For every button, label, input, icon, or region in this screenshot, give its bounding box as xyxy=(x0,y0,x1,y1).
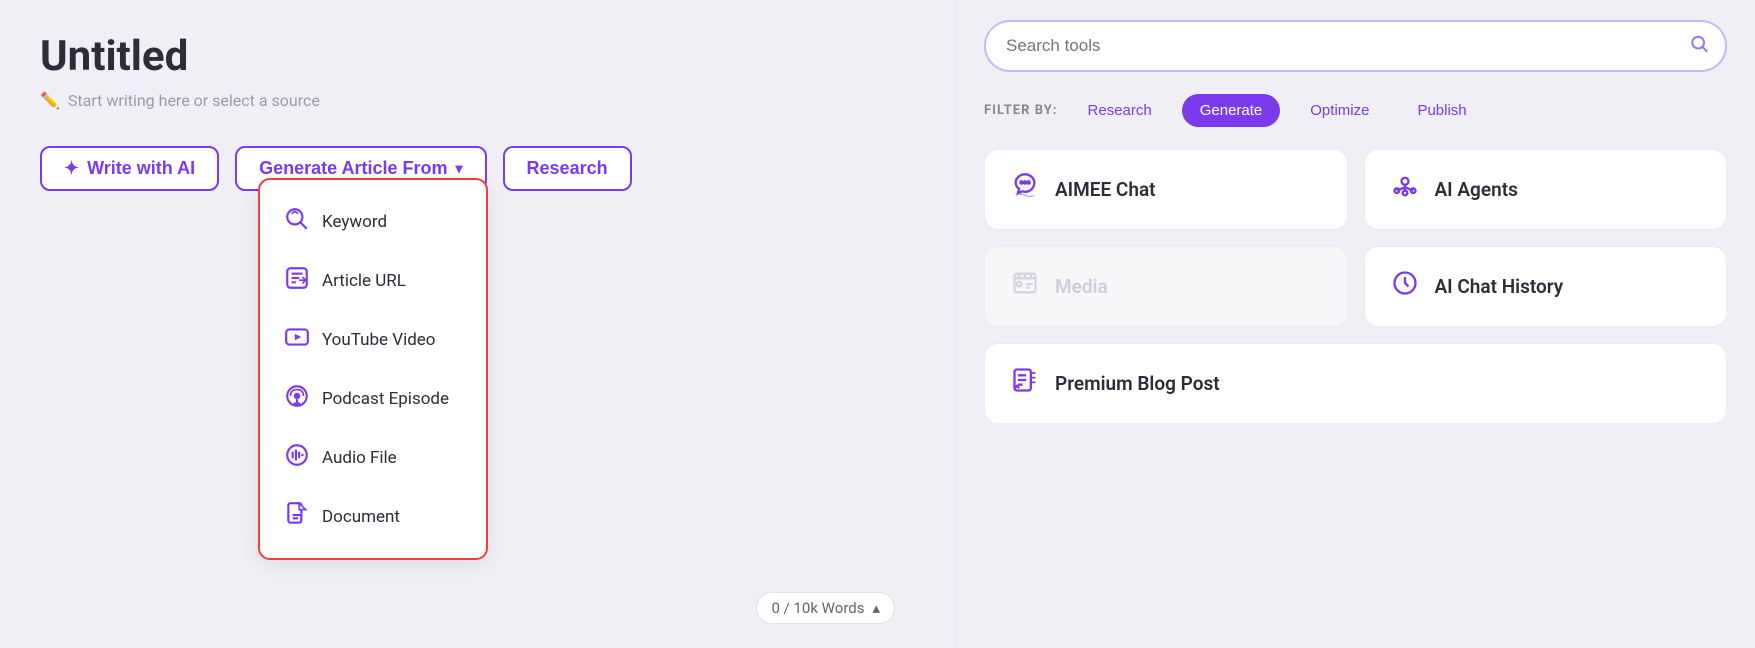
page-title: Untitled xyxy=(40,32,915,81)
dropdown-item-article-url-label: Article URL xyxy=(322,271,406,291)
youtube-icon xyxy=(284,324,308,355)
podcast-icon xyxy=(284,383,308,414)
right-panel: FILTER BY: Research Generate Optimize Pu… xyxy=(955,0,1755,648)
article-url-icon xyxy=(284,265,308,296)
pencil-icon: ✏️ xyxy=(40,91,60,110)
search-container xyxy=(984,20,1727,72)
ai-agents-label: AI Agents xyxy=(1435,178,1518,201)
ai-chat-history-label: AI Chat History xyxy=(1435,275,1564,298)
dropdown-item-youtube-label: YouTube Video xyxy=(322,330,436,350)
tool-card-media: Media xyxy=(984,246,1348,327)
sparkle-icon: ✦ xyxy=(64,158,79,179)
dropdown-item-article-url[interactable]: Article URL xyxy=(260,251,486,310)
media-label: Media xyxy=(1055,275,1108,298)
search-icon-button[interactable] xyxy=(1689,34,1709,59)
dropdown-item-keyword[interactable]: Keyword xyxy=(260,192,486,251)
filter-publish-button[interactable]: Publish xyxy=(1399,94,1484,127)
subtitle-text: Start writing here or select a source xyxy=(68,91,320,110)
word-count-label: 0 / 10k Words xyxy=(771,599,864,617)
dropdown-item-keyword-label: Keyword xyxy=(322,212,387,232)
dropdown-item-document[interactable]: Document xyxy=(260,487,486,546)
tool-card-ai-agents[interactable]: AI Agents xyxy=(1364,149,1728,230)
tools-grid: AIMEE Chat AI Agents xyxy=(984,149,1727,424)
chevron-down-icon: ▾ xyxy=(456,160,463,177)
aimee-chat-label: AIMEE Chat xyxy=(1055,178,1156,201)
document-icon xyxy=(284,501,308,532)
tool-card-aimee-chat[interactable]: AIMEE Chat xyxy=(984,149,1348,230)
tool-card-premium-blog-post[interactable]: Premium Blog Post xyxy=(984,343,1727,424)
word-count-bar: 0 / 10k Words ▴ xyxy=(756,592,895,624)
generate-dropdown-menu: Keyword Article URL YouTu xyxy=(258,178,488,560)
search-input[interactable] xyxy=(984,20,1727,72)
subtitle-row: ✏️ Start writing here or select a source xyxy=(40,91,915,110)
chevron-up-icon: ▴ xyxy=(872,599,880,617)
tool-card-ai-chat-history[interactable]: AI Chat History xyxy=(1364,246,1728,327)
keyword-icon xyxy=(284,206,308,237)
dropdown-item-podcast[interactable]: Podcast Episode xyxy=(260,369,486,428)
filter-label: FILTER BY: xyxy=(984,103,1058,118)
premium-blog-post-icon xyxy=(1009,366,1041,401)
media-icon xyxy=(1009,269,1041,304)
audio-icon xyxy=(284,442,308,473)
left-panel: Untitled ✏️ Start writing here or select… xyxy=(0,0,955,648)
filter-generate-button[interactable]: Generate xyxy=(1182,94,1281,127)
dropdown-item-document-label: Document xyxy=(322,507,400,527)
premium-blog-post-label: Premium Blog Post xyxy=(1055,372,1220,395)
ai-chat-history-icon xyxy=(1389,269,1421,304)
filter-research-button[interactable]: Research xyxy=(1070,94,1170,127)
dropdown-item-podcast-label: Podcast Episode xyxy=(322,389,449,409)
research-button[interactable]: Research xyxy=(503,146,632,191)
dropdown-item-audio[interactable]: Audio File xyxy=(260,428,486,487)
filter-row: FILTER BY: Research Generate Optimize Pu… xyxy=(984,94,1727,127)
aimee-chat-icon xyxy=(1009,172,1041,207)
ai-agents-icon xyxy=(1389,172,1421,207)
filter-optimize-button[interactable]: Optimize xyxy=(1292,94,1387,127)
write-ai-button[interactable]: ✦ Write with AI xyxy=(40,146,219,191)
dropdown-item-audio-label: Audio File xyxy=(322,448,397,468)
dropdown-item-youtube[interactable]: YouTube Video xyxy=(260,310,486,369)
